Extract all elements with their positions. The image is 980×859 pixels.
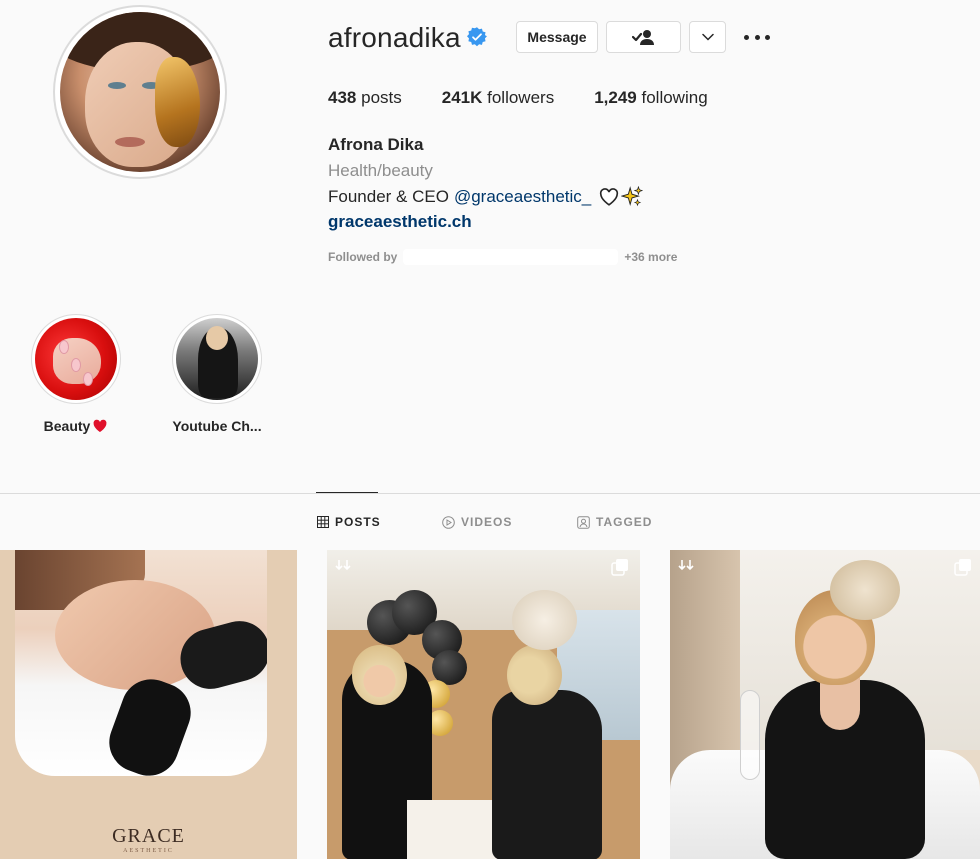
more-options-icon[interactable]: [744, 25, 770, 49]
highlight-ring: [31, 314, 121, 404]
grace-logo: GRACE: [112, 825, 185, 847]
followers-stat[interactable]: 241K followers: [442, 88, 554, 108]
following-count: 1,249: [594, 88, 637, 107]
highlight-youtube[interactable]: Youtube Ch...: [162, 314, 272, 434]
tab-tagged-label: TAGGED: [596, 515, 653, 529]
following-stat[interactable]: 1,249 following: [594, 88, 707, 108]
highlight-label: Beauty: [44, 418, 109, 434]
highlight-label-text: Beauty: [43, 418, 91, 434]
tab-videos-label: VIDEOS: [461, 515, 513, 529]
following-button[interactable]: [606, 21, 681, 53]
message-button[interactable]: Message: [516, 21, 598, 53]
highlight-ring: [172, 314, 262, 404]
highlight-label-text: Youtube Ch...: [172, 418, 262, 434]
profile-full-name: Afrona Dika: [328, 135, 424, 154]
followers-label: followers: [487, 88, 555, 107]
grid-icon: [317, 516, 329, 528]
clip-reel-icon: [335, 560, 351, 571]
person-check-icon: [631, 30, 654, 45]
grace-logo-sub: AESTHETIC: [123, 848, 174, 854]
highlight-cover-image: [35, 318, 117, 400]
chevron-down-icon: [701, 33, 714, 41]
profile-category: Health/beauty: [328, 161, 433, 180]
carousel-icon: [611, 559, 628, 576]
posts-count: 438: [328, 88, 357, 107]
post-photo: [15, 550, 267, 776]
tab-videos[interactable]: VIDEOS: [442, 515, 512, 529]
profile-username: afronadika: [328, 22, 461, 53]
redacted-followers: [403, 249, 619, 265]
tabs-divider: [0, 493, 980, 494]
active-tab-indicator: [316, 492, 378, 493]
profile-avatar: [60, 12, 220, 172]
play-circle-icon: [442, 515, 455, 529]
highlight-label: Youtube Ch...: [172, 418, 261, 434]
profile-avatar-ring[interactable]: [53, 5, 227, 179]
verified-badge-icon: [467, 27, 487, 47]
bio-mention-link[interactable]: @graceaesthetic_: [454, 187, 591, 207]
carousel-icon: [954, 559, 971, 576]
white-heart-icon: [600, 188, 619, 206]
followed-by-line[interactable]: Followed by +36 more: [328, 249, 677, 265]
suggested-dropdown-button[interactable]: [689, 21, 726, 53]
profile-bio: Founder & CEO @graceaesthetic_: [328, 186, 644, 208]
highlight-cover-image: [176, 318, 258, 400]
followed-by-label: Followed by: [328, 250, 398, 264]
post-thumbnail[interactable]: [327, 550, 640, 859]
tab-posts[interactable]: POSTS: [317, 515, 381, 529]
post-thumbnail[interactable]: [670, 550, 980, 859]
posts-stat: 438 posts: [328, 88, 402, 108]
tab-tagged[interactable]: TAGGED: [577, 515, 652, 529]
followed-by-more: +36 more: [624, 250, 678, 264]
followers-count: 241K: [441, 88, 483, 107]
red-heart-icon: [93, 419, 107, 433]
highlight-beauty[interactable]: Beauty: [21, 314, 131, 434]
sparkles-icon: [621, 186, 644, 207]
following-label: following: [641, 88, 708, 107]
clip-reel-icon: [678, 560, 694, 571]
tab-posts-label: POSTS: [335, 515, 381, 529]
tagged-person-icon: [577, 515, 590, 529]
posts-label: posts: [361, 88, 402, 107]
profile-website-link[interactable]: graceaesthetic.ch: [328, 212, 472, 232]
profile-stats: 438 posts 241K followers 1,249 following: [328, 88, 708, 108]
post-thumbnail[interactable]: GRACE AESTHETIC: [0, 550, 297, 859]
bio-text: Founder & CEO: [328, 187, 449, 206]
